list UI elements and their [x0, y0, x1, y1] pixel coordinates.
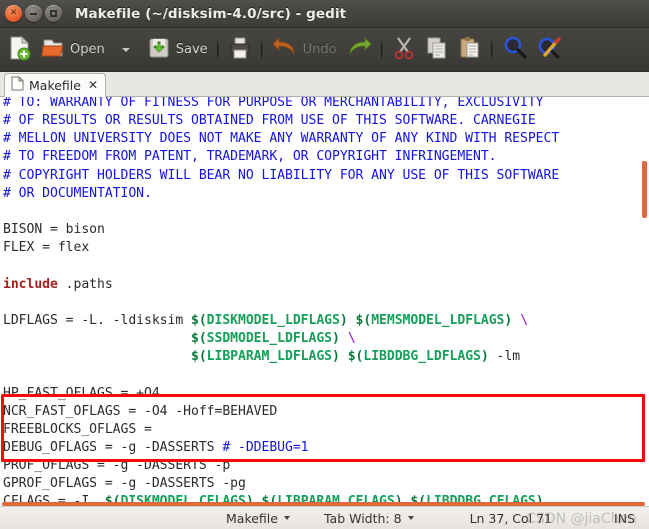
code-line: FLEX = flex	[3, 240, 90, 256]
redo-arrow-icon	[346, 36, 372, 64]
code-line: NCR_FAST_OFLAGS = -O4 -Hoff=BEHAVED	[3, 403, 278, 419]
code-line-debug: DEBUG_OFLAGS = -g -DASSERTS # -DDEBUG=1	[3, 439, 309, 455]
tab-makefile[interactable]: Makefile ✕	[4, 73, 107, 97]
vertical-scrollbar-thumb[interactable]	[642, 161, 647, 218]
code-line: # OF RESULTS OR RESULTS OBTAINED FROM US…	[3, 113, 536, 129]
print-button[interactable]	[224, 32, 256, 68]
redo-button[interactable]	[342, 32, 376, 68]
new-document-icon	[8, 35, 32, 65]
print-icon	[228, 35, 252, 65]
toolbar-separator	[490, 37, 493, 62]
open-button-label: Open	[70, 42, 105, 57]
language-label: Makefile	[226, 510, 278, 526]
document-icon	[11, 75, 25, 95]
code-line-include: include .paths	[3, 276, 113, 292]
toolbar: Open Save Undo	[0, 28, 649, 72]
toolbar-separator	[380, 37, 383, 62]
cut-button[interactable]	[388, 32, 420, 68]
code-line-ldflags-2: $(SSDMODEL_LDFLAGS) \	[191, 331, 356, 347]
source-code-text[interactable]: # TO: WARRANTY OF FITNESS FOR PURPOSE OR…	[0, 97, 649, 506]
code-line: # COPYRIGHT HOLDERS WILL BEAR NO LIABILI…	[3, 167, 560, 183]
code-line: FREEBLOCKS_OFLAGS =	[3, 421, 152, 437]
cursor-position: Ln 37, Col 71	[470, 511, 552, 526]
tab-label: Makefile	[29, 77, 81, 93]
undo-arrow-icon	[271, 36, 298, 64]
new-document-button[interactable]	[4, 32, 36, 68]
code-line: # MELLON UNIVERSITY DOES NOT MAKE ANY WA…	[3, 131, 560, 147]
title-bar: ✕ Makefile (~/disksim-4.0/src) - gedit	[0, 0, 649, 28]
save-button[interactable]: Save	[143, 32, 212, 68]
tab-width-label: Tab Width: 8	[323, 510, 402, 526]
paste-icon	[458, 35, 482, 65]
window-title: Makefile (~/disksim-4.0/src) - gedit	[75, 5, 347, 22]
chevron-down-icon	[283, 516, 290, 520]
tab-bar: Makefile ✕	[0, 72, 649, 97]
editor-area[interactable]: # TO: WARRANTY OF FITNESS FOR PURPOSE OR…	[0, 97, 649, 506]
undo-button[interactable]: Undo	[268, 32, 341, 68]
open-folder-icon	[41, 35, 65, 65]
cursor-position-label: Ln 37, Col 71	[469, 510, 553, 526]
window-controls: ✕	[0, 5, 62, 22]
status-bar: Makefile Tab Width: 8 Ln 37, Col 71 INS	[0, 506, 649, 529]
save-icon	[147, 35, 171, 65]
toolbar-separator	[216, 37, 219, 62]
search-icon	[502, 35, 528, 65]
open-button[interactable]: Open	[37, 32, 109, 68]
open-dropdown-button[interactable]	[110, 32, 142, 68]
tab-width-selector[interactable]: Tab Width: 8	[324, 511, 414, 526]
code-line: # TO FREEDOM FROM PATENT, TRADEMARK, OR …	[3, 149, 497, 165]
code-line-ldflags-1: LDFLAGS = -L. -ldisksim $(DISKMODEL_LDFL…	[3, 312, 528, 328]
insert-mode-label: INS	[614, 510, 635, 526]
language-selector[interactable]: Makefile	[226, 511, 290, 526]
code-line: HP_FAST_OFLAGS = +O4	[3, 385, 160, 401]
replace-button[interactable]	[533, 32, 567, 68]
vertical-scrollbar[interactable]	[638, 97, 648, 506]
toolbar-separator	[260, 37, 263, 62]
close-tab-icon[interactable]: ✕	[88, 79, 98, 91]
save-button-label: Save	[175, 42, 208, 57]
code-line: BISON = bison	[3, 222, 105, 238]
copy-button[interactable]	[421, 32, 453, 68]
search-replace-icon	[537, 35, 563, 65]
chevron-down-icon	[407, 516, 414, 520]
paste-button[interactable]	[454, 32, 486, 68]
keyword-include: include	[3, 276, 58, 292]
code-line: PROF_OFLAGS = -g -DASSERTS -p	[3, 458, 231, 474]
find-button[interactable]	[498, 32, 532, 68]
code-line-ldflags-3: $(LIBPARAM_LDFLAGS) $(LIBDDBG_LDFLAGS) -…	[191, 349, 521, 365]
chevron-down-icon	[121, 47, 130, 52]
code-line: GPROF_OFLAGS = -g -DASSERTS -pg	[3, 476, 246, 492]
code-line: # TO: WARRANTY OF FITNESS FOR PURPOSE OR…	[3, 97, 544, 110]
cut-scissors-icon	[392, 35, 416, 65]
insert-mode-indicator[interactable]: INS	[614, 511, 635, 526]
undo-button-label: Undo	[302, 42, 337, 57]
minimize-window-icon[interactable]	[25, 5, 42, 22]
maximize-window-icon[interactable]	[45, 5, 62, 22]
close-window-icon[interactable]: ✕	[5, 5, 22, 22]
code-line: # OR DOCUMENTATION.	[3, 185, 152, 201]
gedit-window: ✕ Makefile (~/disksim-4.0/src) - gedit O…	[0, 0, 649, 529]
copy-icon	[425, 35, 449, 65]
